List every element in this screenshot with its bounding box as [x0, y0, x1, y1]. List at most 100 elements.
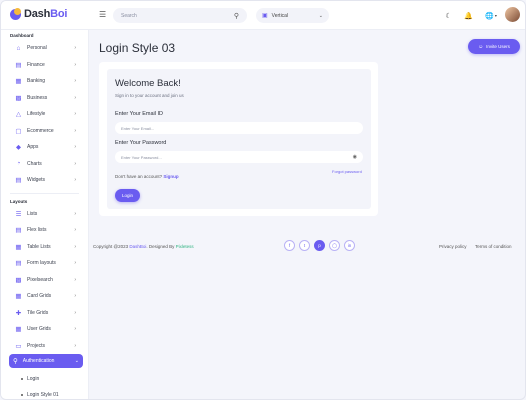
auth-icon: ⚲: [13, 358, 18, 365]
chevron-right-icon: ›: [74, 45, 76, 52]
login-button[interactable]: Login: [115, 189, 140, 202]
terms-link[interactable]: Terms of condition: [475, 244, 512, 249]
sidebar-section-layouts: Layouts: [10, 198, 28, 204]
finance-icon: ▤: [15, 61, 22, 69]
sidebar-item-label: Tile Grids: [27, 309, 49, 316]
password-field[interactable]: Enter Your Password... ◉: [115, 151, 363, 163]
chart-icon: ◔: [16, 160, 21, 168]
sidebar-item-label: Personal: [27, 45, 47, 52]
table-icon: ▦: [15, 243, 22, 251]
signup-link[interactable]: Signup: [163, 174, 178, 179]
welcome-subtitle: Sign in to your account and join us: [115, 93, 184, 98]
social-links: f t p ◯ in: [284, 240, 355, 251]
sidebar-item-label: Flex lists: [27, 227, 47, 234]
sidebar-item-label: Lifestyle: [27, 111, 46, 118]
sidebar-item-tile-grids[interactable]: ✚ Tile Grids ›: [1, 305, 88, 322]
search-input[interactable]: Search ⚲: [113, 8, 247, 23]
twitter-icon[interactable]: t: [299, 240, 310, 251]
sidebar-item-apps[interactable]: ◆ Apps ›: [1, 139, 88, 156]
sidebar-item-label: Business: [27, 94, 48, 101]
layout-select[interactable]: ▣ Vertical ⌄: [256, 8, 329, 23]
facebook-icon[interactable]: f: [284, 240, 295, 251]
sidebar-item-widgets[interactable]: ▤ Widgets ›: [1, 172, 88, 189]
search-icon[interactable]: ⚲: [234, 12, 239, 20]
cart-icon: ▢: [15, 127, 22, 135]
user-grid-icon: ▦: [15, 326, 22, 334]
sidebar-item-ecommerce[interactable]: ▢ Ecommerce ›: [1, 123, 88, 140]
sidebar-item-label: User Grids: [27, 326, 51, 333]
sidebar-item-flex-lists[interactable]: ▤ Flex lists ›: [1, 222, 88, 239]
pinterest-icon[interactable]: p: [314, 240, 325, 251]
home-icon: ⌂: [16, 44, 21, 52]
sidebar-item-banking[interactable]: ▦ Banking ›: [1, 73, 88, 90]
email-placeholder: Enter Your Email...: [121, 125, 155, 131]
invite-users-label: Invite Users: [486, 44, 510, 49]
instagram-icon[interactable]: ◯: [329, 240, 340, 251]
brand-link[interactable]: DashBoi: [129, 244, 146, 249]
bullet-icon: [21, 394, 23, 396]
chevron-down-icon: ⌄: [74, 358, 79, 364]
bank-icon: ▦: [15, 78, 22, 86]
logo-text: DashBoi: [24, 8, 68, 20]
sidebar-subitem-label: Login: [27, 376, 40, 382]
sidebar-item-authentication[interactable]: ⚲ Authentication ⌄: [9, 354, 83, 368]
globe-icon[interactable]: 🌐 ▾: [482, 8, 500, 23]
chevron-right-icon: ›: [74, 61, 76, 68]
lifestyle-icon: △: [16, 111, 21, 119]
chevron-right-icon: ›: [74, 160, 76, 167]
email-field[interactable]: Enter Your Email...: [115, 122, 363, 134]
sidebar-item-charts[interactable]: ◔ Charts ›: [1, 156, 88, 173]
sidebar-item-label: Finance: [27, 61, 45, 68]
privacy-policy-link[interactable]: Privacy policy: [439, 244, 467, 249]
logo-icon: [10, 7, 21, 20]
folder-icon: ▭: [15, 342, 22, 350]
chevron-right-icon: ›: [74, 326, 76, 333]
sidebar-item-label: Banking: [27, 78, 46, 85]
sidebar-item-projects[interactable]: ▭ Projects ›: [1, 338, 88, 355]
chevron-right-icon: ›: [74, 309, 76, 316]
sidebar-item-lists[interactable]: ☰ Lists ›: [1, 206, 88, 223]
sidebar-item-finance[interactable]: ▤ Finance ›: [1, 57, 88, 74]
app-window: DashBoi ☰ Search ⚲ ▣ Vertical ⌄ ☾ 🔔 🌐 ▾ D…: [0, 0, 526, 400]
sidebar-item-label: Widgets: [27, 177, 46, 184]
login-button-label: Login: [121, 193, 133, 198]
invite-users-button[interactable]: ☺ Invite Users: [468, 39, 520, 54]
list-icon: ☰: [15, 210, 22, 218]
designer-link[interactable]: Pixletess: [176, 244, 194, 249]
logo[interactable]: DashBoi: [10, 7, 68, 20]
signup-line: Don't have an account? Signup: [115, 174, 179, 179]
sidebar-divider: [10, 192, 79, 194]
signup-text: Don't have an account?: [115, 174, 163, 179]
sidebar-subitem-login[interactable]: Login: [1, 371, 88, 387]
page-title: Login Style 03: [99, 41, 176, 55]
chevron-right-icon: ›: [74, 293, 76, 300]
chevron-right-icon: ›: [74, 144, 76, 151]
bell-icon[interactable]: 🔔: [461, 8, 476, 23]
email-label: Enter Your Email ID: [115, 111, 163, 117]
sidebar-item-personal[interactable]: ⌂ Personal ›: [1, 40, 88, 57]
sidebar-item-card-grids[interactable]: ▦ Card Grids ›: [1, 288, 88, 305]
sidebar-item-label: Apps: [27, 144, 39, 151]
sidebar-item-pixelsearch[interactable]: ▩ Pixelsearch ›: [1, 272, 88, 289]
forgot-password-link[interactable]: Forgot password: [332, 169, 362, 174]
sidebar-item-label: Card Grids: [27, 293, 52, 300]
eye-icon[interactable]: ◉: [353, 154, 357, 160]
sidebar-item-table-lists[interactable]: ▦ Table Lists ›: [1, 239, 88, 256]
welcome-heading: Welcome Back!: [115, 78, 181, 89]
chevron-right-icon: ›: [74, 94, 76, 101]
sidebar-item-form-layouts[interactable]: ▤ Form layouts ›: [1, 255, 88, 272]
sidebar-item-label: Lists: [27, 210, 38, 217]
avatar[interactable]: [505, 7, 520, 22]
sidebar-item-business[interactable]: ▩ Business ›: [1, 90, 88, 107]
moon-icon[interactable]: ☾: [441, 8, 456, 23]
sidebar-item-user-grids[interactable]: ▦ User Grids ›: [1, 321, 88, 338]
hamburger-icon[interactable]: ☰: [99, 10, 106, 19]
sidebar-subitem-login-style-01[interactable]: Login Style 01: [1, 387, 88, 399]
widgets-icon: ▤: [15, 177, 22, 185]
sidebar-item-lifestyle[interactable]: △ Lifestyle ›: [1, 106, 88, 123]
layout-icon: ▣: [262, 13, 268, 19]
linkedin-icon[interactable]: in: [344, 240, 355, 251]
chevron-right-icon: ›: [74, 227, 76, 234]
card-grid-icon: ▦: [15, 293, 22, 301]
sidebar-item-label: Ecommerce: [27, 127, 54, 134]
